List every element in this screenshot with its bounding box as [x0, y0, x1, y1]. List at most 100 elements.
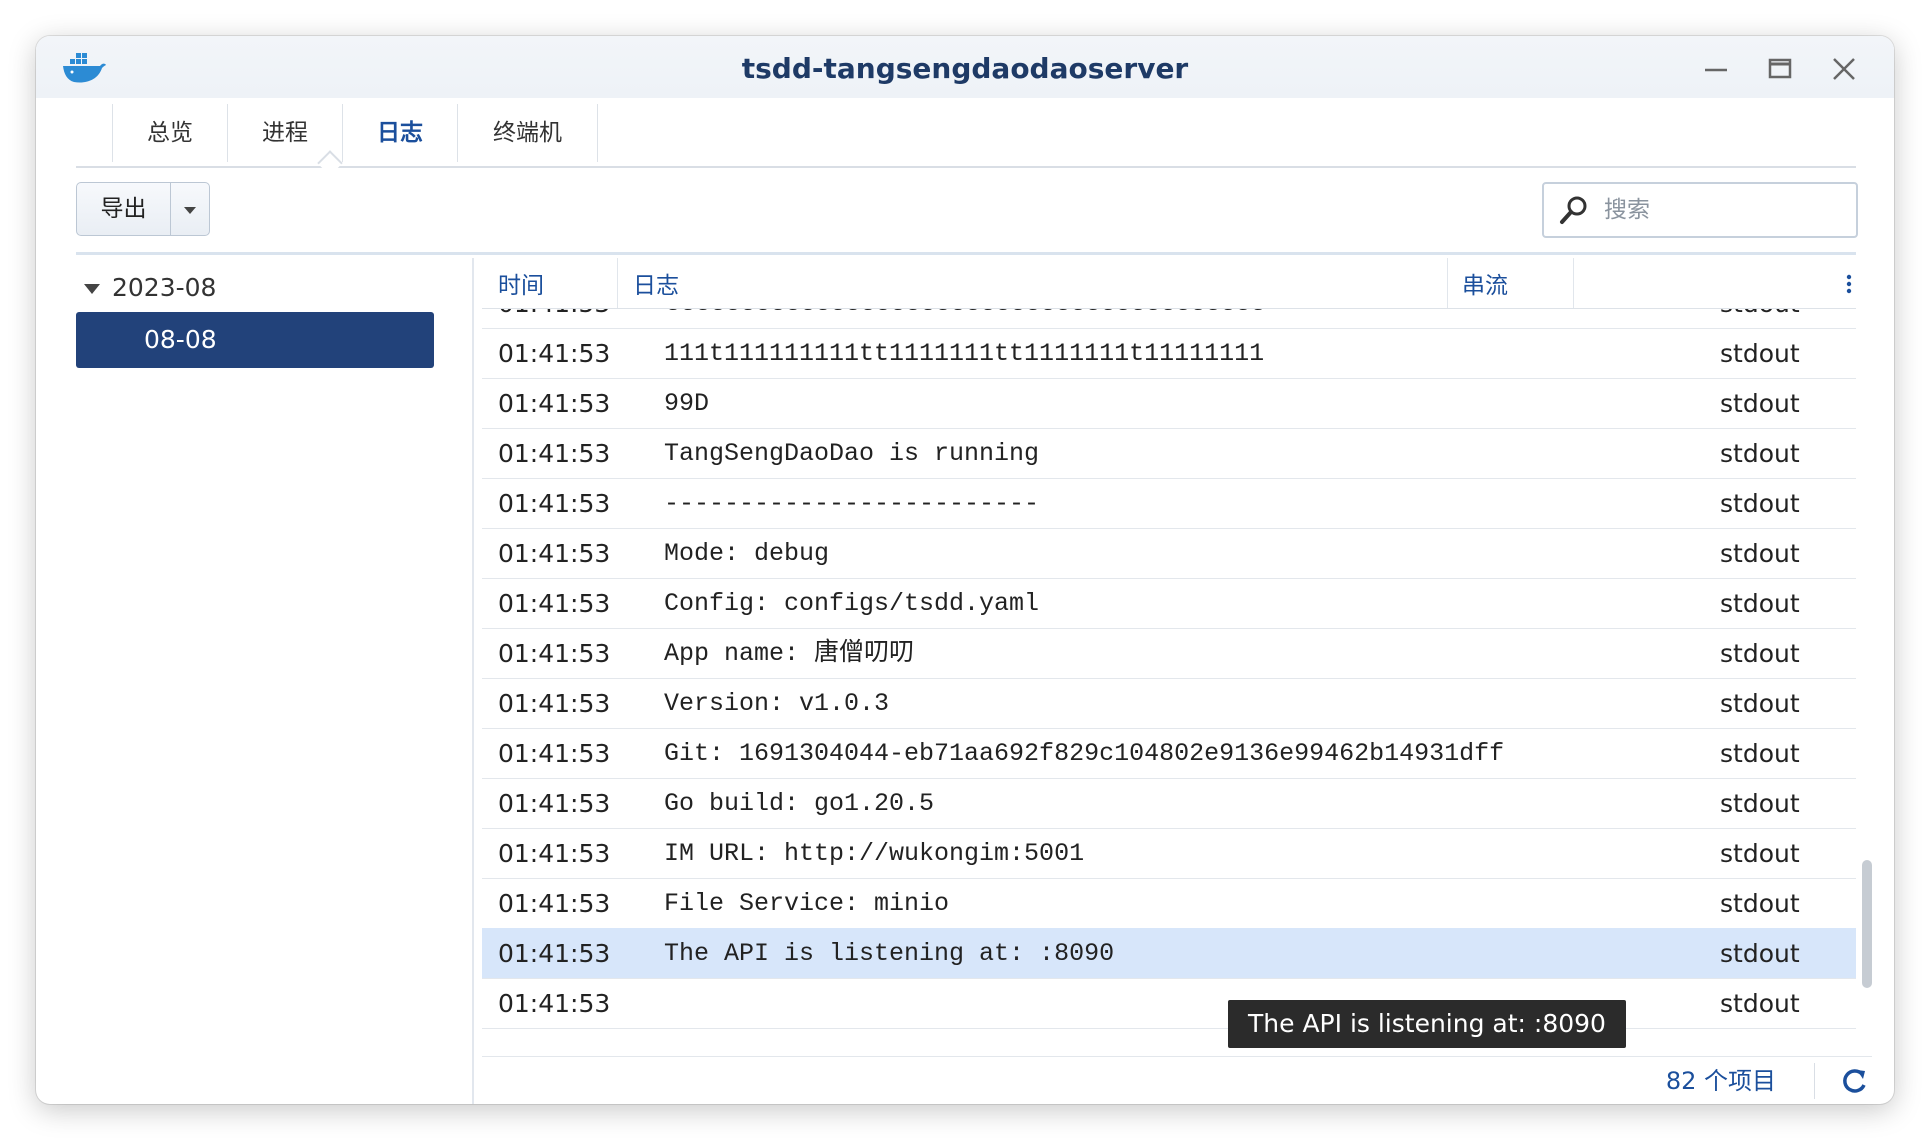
column-divider[interactable]: [1447, 258, 1448, 308]
tab-bar: 总览 进程 日志 终端机: [76, 104, 1856, 168]
search-box: [1542, 182, 1858, 238]
column-header-time[interactable]: 时间: [498, 258, 544, 308]
table-row[interactable]: 01:41:53 IM URL: http://wukongim:5001 stdo…: [482, 828, 1856, 879]
log-stream: stdout: [1720, 639, 1800, 668]
log-stream: stdout: [1720, 389, 1800, 418]
log-time: 01:41:53: [498, 639, 611, 668]
table-row[interactable]: 01:41:53 Version: v1.0.3 stdout: [482, 678, 1856, 729]
table-row[interactable]: 01:41:53 Go build: go1.20.5 stdout: [482, 778, 1856, 829]
log-time: 01:41:53: [498, 889, 611, 918]
toolbar: 导出: [76, 182, 1858, 240]
log-stream: stdout: [1720, 939, 1800, 968]
log-stream: stdout: [1720, 339, 1800, 368]
window-title: tsdd-tangsengdaodaoserver: [741, 52, 1189, 85]
search-input[interactable]: [1602, 192, 1846, 228]
kebab-menu-icon[interactable]: [1840, 270, 1858, 298]
tooltip: The API is listening at: :8090: [1228, 1000, 1626, 1048]
log-message: -------------------------: [664, 489, 1040, 518]
log-time: 01:41:53: [498, 939, 611, 968]
tree-item-label: 08-08: [144, 325, 217, 354]
column-header-log[interactable]: 日志: [633, 258, 679, 308]
log-message: App name: 唐僧叨叨: [664, 639, 915, 668]
log-stream: stdout: [1720, 989, 1800, 1018]
table-row[interactable]: 01:41:53 Git: 1691304044-eb71aa692f829c10…: [482, 728, 1856, 779]
column-divider[interactable]: [617, 258, 618, 308]
container-log-window: tsdd-tangsengdaodaoserver 总览 进程 日志 终端机 导…: [36, 36, 1894, 1104]
table-header: 时间 日志 串流: [482, 258, 1856, 309]
log-message: Config: configs/tsdd.yaml: [664, 589, 1040, 618]
tab-overview[interactable]: 总览: [112, 104, 227, 162]
expand-arrow-icon[interactable]: [84, 284, 100, 294]
title-bar: tsdd-tangsengdaodaoserver: [36, 36, 1894, 98]
log-stream: stdout: [1720, 589, 1800, 618]
tree-item-date[interactable]: 08-08: [76, 312, 434, 368]
log-stream: stdout: [1720, 489, 1800, 518]
minimize-icon[interactable]: [1701, 54, 1731, 84]
vertical-scrollbar[interactable]: [1862, 860, 1872, 988]
log-time: 01:41:53: [498, 389, 611, 418]
table-row[interactable]: 01:41:53 TangSengDaoDao is running stdout: [482, 428, 1856, 479]
tree-group-month[interactable]: 2023-08: [76, 268, 216, 308]
log-time: 01:41:53: [498, 789, 611, 818]
log-stream: stdout: [1720, 308, 1800, 330]
log-message: Mode: debug: [664, 539, 830, 568]
log-time: 01:41:53: [498, 739, 611, 768]
table-body: 01:41:53 tttttttttttttttttttttttttttttttt…: [482, 308, 1872, 1048]
log-stream: stdout: [1720, 539, 1800, 568]
table-row[interactable]: 01:41:53 The API is listening at: :8090 st…: [482, 928, 1856, 979]
log-table: 时间 日志 串流 01:41:53 ttttttttttttttttttttttt…: [482, 258, 1872, 1104]
log-stream: stdout: [1720, 839, 1800, 868]
log-stream: stdout: [1720, 689, 1800, 718]
log-time: 01:41:53: [498, 489, 611, 518]
log-time: 01:41:53: [498, 439, 611, 468]
table-footer: 82 个项目: [482, 1056, 1872, 1104]
table-row[interactable]: 01:41:53 File Service: minio stdout: [482, 878, 1856, 929]
table-row[interactable]: 01:41:53 Mode: debug stdout: [482, 528, 1856, 579]
table-row[interactable]: 01:41:53 Config: configs/tsdd.yaml stdout: [482, 578, 1856, 629]
column-header-stream[interactable]: 串流: [1462, 258, 1508, 308]
tree-group-label: 2023-08: [112, 273, 217, 302]
log-time: 01:41:53: [498, 308, 610, 330]
chevron-down-icon[interactable]: [171, 183, 209, 235]
table-row[interactable]: 01:41:53 111t111111111tt1111111tt1111111t…: [482, 328, 1856, 379]
log-message: Go build: go1.20.5: [664, 789, 935, 818]
table-row[interactable]: 01:41:53 tttttttttttttttttttttttttttttttt…: [482, 308, 1856, 329]
log-time: 01:41:53: [498, 839, 611, 868]
table-row[interactable]: 01:41:53 ------------------------- stdout: [482, 478, 1856, 529]
tab-processes[interactable]: 进程: [227, 104, 342, 162]
item-count: 82 个项目: [1665, 1067, 1776, 1095]
log-message: The API is listening at: :8090: [664, 939, 1115, 968]
export-button[interactable]: 导出: [77, 183, 170, 235]
tab-terminal[interactable]: 终端机: [457, 104, 598, 162]
table-row[interactable]: 01:41:53 stdout: [482, 978, 1856, 1029]
maximize-icon[interactable]: [1765, 54, 1795, 84]
log-time: 01:41:53: [498, 589, 611, 618]
log-time: 01:41:53: [498, 689, 611, 718]
export-button-group: 导出: [76, 182, 210, 236]
log-time: 01:41:53: [498, 989, 611, 1018]
close-icon[interactable]: [1829, 54, 1859, 84]
log-time: 01:41:53: [498, 539, 611, 568]
log-message: 111t111111111tt1111111tt1111111t11111111: [664, 339, 1265, 368]
table-row[interactable]: 01:41:53 App name: 唐僧叨叨 stdout: [482, 628, 1856, 679]
footer-divider: [1814, 1063, 1815, 1099]
log-message: IM URL: http://wukongim:5001: [664, 839, 1085, 868]
log-stream: stdout: [1720, 889, 1800, 918]
column-divider[interactable]: [1573, 258, 1574, 308]
log-stream: stdout: [1720, 439, 1800, 468]
log-message: TangSengDaoDao is running: [664, 439, 1040, 468]
log-stream: stdout: [1720, 739, 1800, 768]
log-message: 99D: [664, 389, 710, 418]
log-message: Git: 1691304044-eb71aa692f829c104802e913…: [664, 739, 1505, 768]
log-message: File Service: minio: [664, 889, 950, 918]
tab-logs[interactable]: 日志: [342, 104, 457, 162]
refresh-icon[interactable]: [1836, 1063, 1872, 1099]
divider: [76, 252, 1856, 255]
log-message: Version: v1.0.3: [664, 689, 890, 718]
search-icon: [1558, 194, 1590, 226]
log-time: 01:41:53: [498, 339, 611, 368]
log-stream: stdout: [1720, 789, 1800, 818]
table-row[interactable]: 01:41:53 99D stdout: [482, 378, 1856, 429]
log-message: tttttttttttttttttttttttttttttttttttttttt: [664, 308, 1264, 330]
date-sidebar: 2023-08 08-08: [76, 258, 474, 1104]
